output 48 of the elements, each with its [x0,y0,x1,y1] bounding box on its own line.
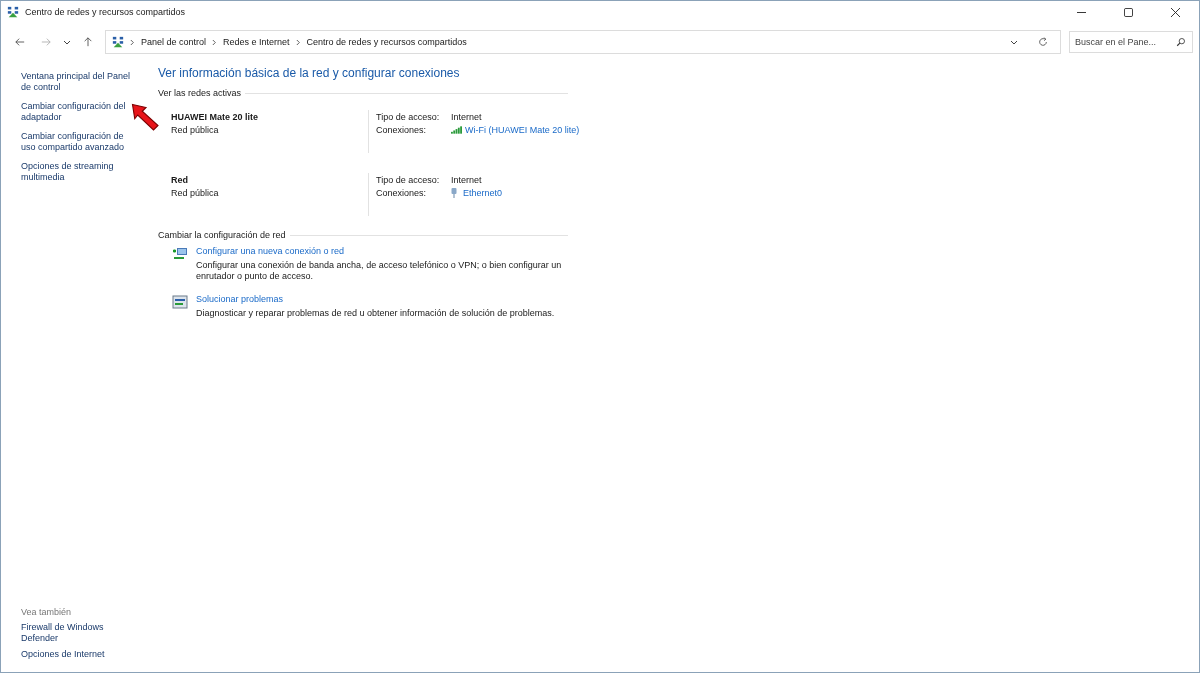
network-name: Red [171,175,189,185]
field-label: Conexiones: [376,188,428,198]
network-category: Red pública [171,188,220,198]
field-value: Internet [451,112,482,122]
back-icon[interactable] [15,37,25,47]
field-label: Tipo de acceso: [376,112,441,122]
see-also-title: Vea también [21,607,73,617]
network-name: HUAWEI Mate 20 lite [171,112,260,122]
task-description: Diagnosticar y reparar problemas de red u obtener información de solución de problemas. [196,308,556,319]
pointer-arrow-icon [131,103,161,133]
task-description: Configurar una conexión de banda ancha, de acceso telefónico o VPN; o bien configurar un enrutador o punto de acceso. [196,260,563,282]
dropdown-icon[interactable] [63,38,71,46]
field-label: Conexiones: [376,125,428,135]
network-category: Red pública [171,125,220,135]
chevron-icon [212,38,218,46]
up-icon[interactable] [83,37,93,47]
network-icon [112,36,124,48]
see-also-link[interactable]: Opciones de Internet [21,649,105,660]
cable-icon [451,188,457,198]
page-heading: Ver información básica de la red y configurar conexiones [158,66,461,80]
sidebar-link[interactable]: Ventana principal del Panel de control [21,71,133,93]
field-value: Internet [451,175,482,185]
dropdown-icon[interactable] [1010,38,1018,46]
signal-icon [451,126,462,134]
chevron-icon [130,38,135,46]
network-icon [7,6,19,18]
network-setup-icon [172,246,188,262]
breadcrumb[interactable]: Panel de control [141,37,207,47]
connection-link[interactable]: Wi-Fi (HUAWEI Mate 20 lite) [465,125,580,135]
search-icon [1176,37,1186,47]
chevron-icon [295,38,301,46]
field-label: Tipo de acceso: [376,175,441,185]
task-link[interactable]: Solucionar problemas [196,294,568,305]
window-title: Centro de redes y recursos compartidos [25,7,186,17]
see-also-link[interactable]: Firewall de Windows Defender [21,622,133,644]
breadcrumb[interactable]: Redes e Internet [223,37,290,47]
breadcrumb[interactable]: Centro de redes y recursos compartidos [306,37,467,47]
connection-link[interactable]: Ethernet0 [463,188,503,198]
section-title: Cambiar la configuración de red [158,230,286,240]
search-field[interactable]: Buscar en el Pane... [1069,31,1193,53]
sidebar-link[interactable]: Opciones de streaming multimedia [21,161,133,183]
section-title: Ver las redes activas [158,88,242,98]
task-link[interactable]: Configurar una nueva conexión o red [196,246,568,257]
address-bar[interactable]: Panel de control Redes e Internet Centro de redes y recursos compartidos [105,30,1061,54]
refresh-icon[interactable] [1038,37,1048,47]
troubleshoot-icon [172,294,188,310]
sidebar-link[interactable]: Cambiar configuración de uso compartido avanzado [21,131,133,153]
sidebar-link[interactable]: Cambiar configuración del adaptador [21,101,133,123]
